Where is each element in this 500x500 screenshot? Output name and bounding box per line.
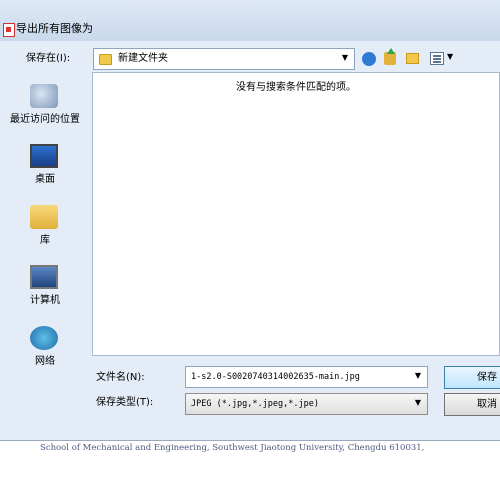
place-network[interactable]: 网络: [0, 322, 90, 378]
network-icon: [30, 326, 58, 350]
computer-icon: [30, 265, 58, 289]
filename-label: 文件名(N):: [96, 372, 145, 383]
place-recent[interactable]: 最近访问的位置: [0, 80, 90, 136]
filename-input[interactable]: 1-s2.0-S0020740314002635-main.jpg ▼: [185, 366, 428, 388]
filetype-label: 保存类型(T):: [96, 397, 154, 408]
place-library[interactable]: 库: [0, 201, 90, 257]
new-folder-icon[interactable]: [406, 53, 419, 64]
up-folder-icon[interactable]: [384, 48, 396, 65]
place-label: 库: [40, 235, 50, 246]
place-desktop[interactable]: 桌面: [0, 140, 90, 196]
filetype-select[interactable]: JPEG (*.jpg,*.jpeg,*.jpe) ▼: [185, 393, 428, 415]
recent-places-icon: [30, 84, 58, 108]
filename-value: 1-s2.0-S0020740314002635-main.jpg: [191, 372, 360, 382]
filetype-value: JPEG (*.jpg,*.jpeg,*.jpe): [191, 399, 319, 409]
chevron-down-icon[interactable]: ▼: [415, 371, 421, 380]
chevron-down-icon[interactable]: ▼: [447, 52, 453, 61]
window-title: 导出所有图像为: [16, 22, 93, 35]
navigation-toolbar: ▼: [362, 48, 462, 68]
cancel-button-label: 取消: [477, 399, 497, 410]
save-button-label: 保存: [477, 372, 497, 383]
place-label: 最近访问的位置: [10, 114, 80, 125]
place-label: 网络: [35, 356, 55, 367]
pdf-app-icon: [3, 23, 15, 37]
place-computer[interactable]: 计算机: [0, 261, 90, 317]
file-list[interactable]: 没有与搜索条件匹配的项。: [92, 72, 500, 356]
library-icon: [30, 205, 58, 229]
look-in-label: 保存在(I):: [26, 53, 71, 64]
look-in-value: 新建文件夹: [118, 53, 168, 64]
background-document-text: School of Mechanical and Engineering, So…: [40, 443, 425, 453]
folder-icon: [99, 54, 112, 65]
cancel-button[interactable]: 取消: [444, 393, 500, 416]
chevron-down-icon: ▼: [414, 398, 421, 407]
back-icon[interactable]: [362, 52, 376, 66]
empty-message: 没有与搜索条件匹配的项。: [236, 82, 356, 93]
place-label: 桌面: [35, 174, 55, 185]
desktop-icon: [30, 144, 58, 168]
places-bar: 最近访问的位置 桌面 库 计算机 网络: [0, 74, 90, 367]
view-menu-icon[interactable]: [430, 52, 444, 65]
look-in-dropdown[interactable]: 新建文件夹 ▼: [93, 48, 355, 70]
place-label: 计算机: [30, 295, 60, 306]
chevron-down-icon: ▼: [341, 53, 348, 62]
save-dialog: 导出所有图像为 保存在(I): 新建文件夹 ▼ ▼ 最近访问的位置 桌面 库 计…: [0, 0, 500, 441]
save-button[interactable]: 保存: [444, 366, 500, 389]
title-bar[interactable]: 导出所有图像为: [0, 0, 500, 41]
